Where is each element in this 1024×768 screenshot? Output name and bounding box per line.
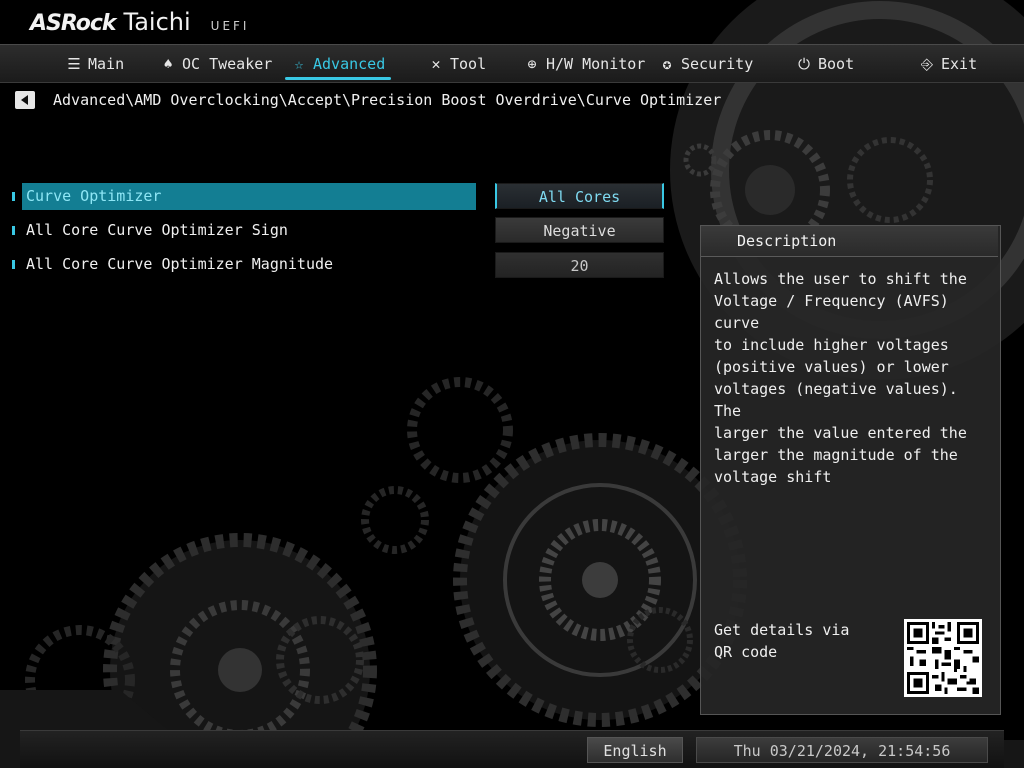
tab-advanced[interactable]: ☆ Advanced [284,45,392,82]
star-icon: ☆ [294,54,304,73]
model-name: Taichi [123,8,191,36]
language-button[interactable]: English [587,737,683,763]
uefi-label: UEFI [210,19,250,33]
top-navigation-bar: ☰ Main ♠ OC Tweaker ☆ Advanced ✕ Tool ⊕ … [0,44,1024,83]
setting-label: All Core Curve Optimizer Sign [26,221,288,239]
tab-label: Exit [941,54,978,73]
back-arrow-button[interactable] [15,91,35,109]
qr-caption: Get details via QR code [714,621,850,661]
tab-hw-monitor[interactable]: ⊕ H/W Monitor [524,45,645,82]
description-title: Description [737,232,837,250]
tab-main[interactable]: ☰ Main [66,45,124,82]
all-core-sign-value[interactable]: Negative [495,217,664,243]
tab-label: H/W Monitor [546,54,646,73]
tab-label: Tool [450,54,487,73]
list-icon: ☰ [67,54,81,73]
tab-oc-tweaker[interactable]: ♠ OC Tweaker [160,45,272,82]
tab-tool[interactable]: ✕ Tool [428,45,486,82]
datetime-display: Thu 03/21/2024, 21:54:56 [696,737,988,763]
asrock-taichi-logo: ASRock Taichi UEFI [30,8,249,44]
setting-row-curve-optimizer[interactable]: Curve Optimizer [12,183,476,210]
tab-label: OC Tweaker [182,54,273,73]
setting-row-all-core-sign[interactable]: All Core Curve Optimizer Sign [12,217,476,244]
tab-exit[interactable]: ⎆ Exit [919,45,977,82]
tab-label: Security [681,54,754,73]
tab-boot[interactable]: ⏻ Boot [796,45,854,82]
tab-label: Advanced [313,54,386,73]
shield-icon: ✪ [662,54,672,73]
crosshair-icon: ⊕ [527,54,537,73]
curve-optimizer-value[interactable]: All Cores [495,183,664,209]
description-panel: Description Allows the user to shift the… [700,225,1001,715]
tools-icon: ✕ [431,54,441,73]
setting-label: All Core Curve Optimizer Magnitude [26,255,334,273]
tab-label: Boot [818,54,855,73]
tab-security[interactable]: ✪ Security [659,45,753,82]
brand-logo-text: ASRock [30,11,117,36]
description-text: Allows the user to shift the Voltage / F… [714,270,967,486]
setting-row-all-core-magnitude[interactable]: All Core Curve Optimizer Magnitude [12,251,476,278]
setting-label: Curve Optimizer [26,187,162,205]
exit-door-icon: ⎆ [920,54,933,73]
tab-label: Main [88,54,125,73]
power-icon: ⏻ [798,54,810,73]
all-core-magnitude-input[interactable]: 20 [495,252,664,278]
rocket-icon: ♠ [163,54,173,73]
row-marker [12,192,15,201]
row-marker [12,260,15,269]
breadcrumb: Advanced\AMD Overclocking\Accept\Precisi… [53,91,722,109]
row-marker [12,226,15,235]
qr-code[interactable] [904,619,982,697]
description-header: Description [701,226,998,257]
uefi-screen: ASRock Taichi UEFI ☰ Main ♠ OC Tweaker ☆… [0,0,1024,768]
